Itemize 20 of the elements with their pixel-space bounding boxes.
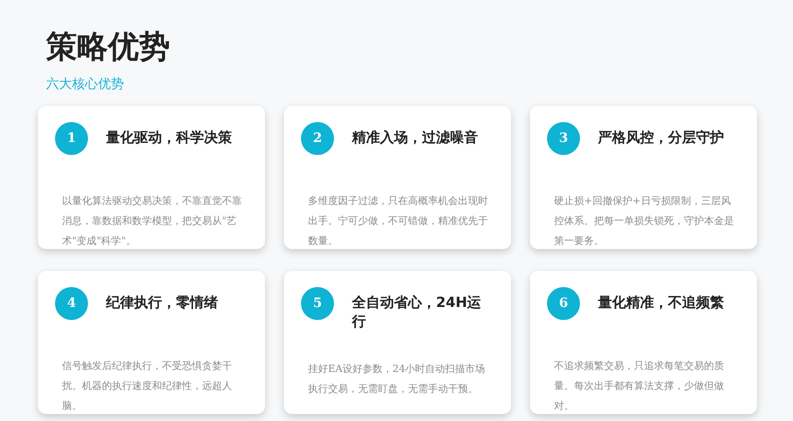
card-description: 硬止损+回撤保护+日亏损限制，三层风控体系。把每一单损失锁死，守护本金是第一要务。 bbox=[554, 194, 735, 249]
card-title: 严格风控，分层守护 bbox=[598, 128, 724, 148]
card-title: 精准入场，过滤噪音 bbox=[352, 128, 478, 148]
number-badge: 2 bbox=[301, 122, 334, 155]
card-title: 纪律执行，零情绪 bbox=[106, 294, 218, 313]
card-description: 以量化算法驱动交易决策，不靠直觉不靠消息，靠数据和数学模型，把交易从"艺术"变成"科学"。 bbox=[62, 194, 243, 249]
card-title: 量化精准，不追频繁 bbox=[598, 294, 724, 313]
number-badge: 5 bbox=[301, 287, 334, 320]
card-title: 量化驱动，科学决策 bbox=[106, 129, 232, 148]
card-description: 不追求频繁交易，只追求每笔交易的质量。每次出手都有算法支撑，少做但做对。 bbox=[554, 360, 725, 414]
page-subtitle: 六大核心优势 bbox=[46, 76, 125, 94]
page-title: 策略优势 bbox=[46, 28, 171, 67]
card-description: 挂好EA设好参数，24小时自动扫描市场执行交易，无需盯盘，无需手动干预。 bbox=[308, 362, 486, 397]
number-badge: 1 bbox=[55, 122, 88, 155]
card-title: 全自动省心，24H运行 bbox=[352, 294, 482, 332]
number-badge: 4 bbox=[55, 287, 88, 320]
card-description: 多维度因子过滤，只在高概率机会出现时出手。宁可少做，不可错做，精准优先于数量。 bbox=[308, 194, 489, 249]
number-badge: 6 bbox=[547, 287, 580, 320]
number-badge: 3 bbox=[547, 122, 580, 155]
card-description: 信号触发后纪律执行，不受恐惧贪婪干扰。机器的执行速度和纪律性，远超人脑。 bbox=[62, 360, 233, 414]
